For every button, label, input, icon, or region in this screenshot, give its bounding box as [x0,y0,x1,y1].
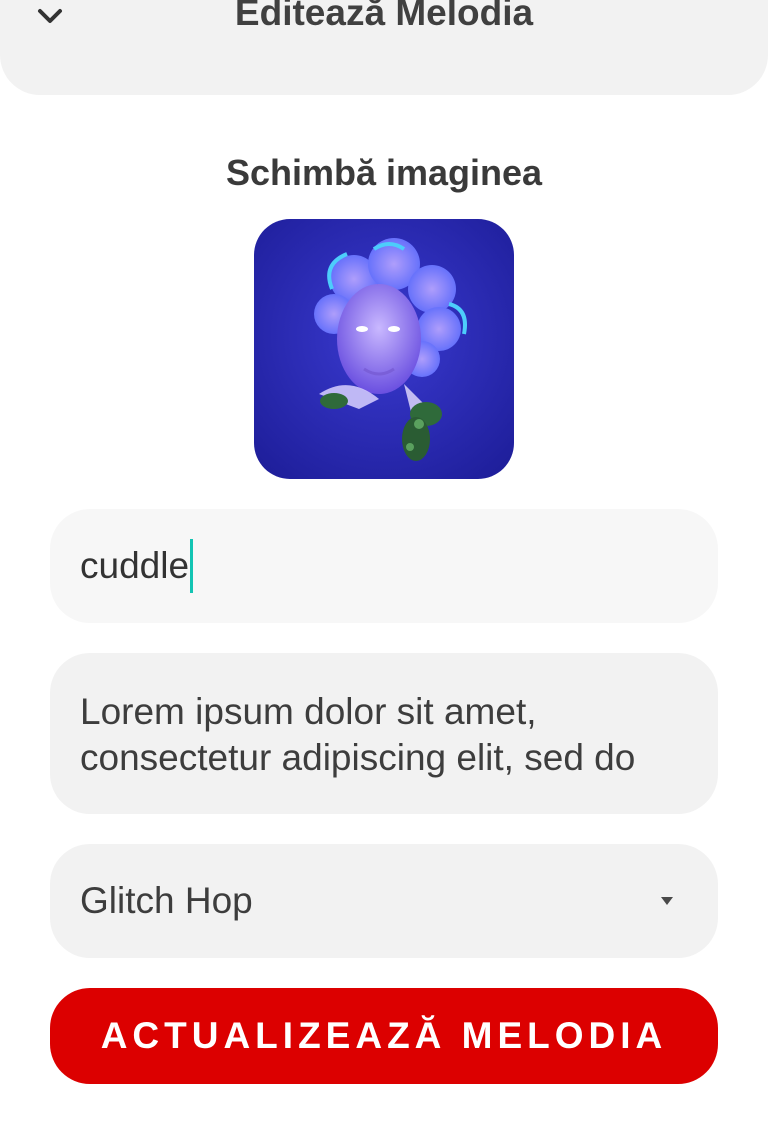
song-title-value: cuddle [80,545,190,586]
song-title-input[interactable]: cuddle [50,509,718,623]
song-description-value: Lorem ipsum dolor sit amet, consectetur … [80,691,636,778]
genre-selected-value: Glitch Hop [80,880,253,921]
header-bar: Editează Melodia [0,0,768,95]
cover-artwork [254,219,514,479]
text-caret [190,539,194,593]
song-cover-image[interactable] [254,219,514,479]
update-song-button[interactable]: ACTUALIZEAZĂ MELODIA [50,988,718,1084]
genre-select[interactable]: Glitch Hop [50,844,718,958]
page-title: Editează Melodia [234,0,534,33]
caret-down-icon [661,897,673,905]
change-image-label: Schimbă imaginea [225,152,543,193]
song-description-input[interactable]: Lorem ipsum dolor sit amet, consectetur … [50,653,718,814]
